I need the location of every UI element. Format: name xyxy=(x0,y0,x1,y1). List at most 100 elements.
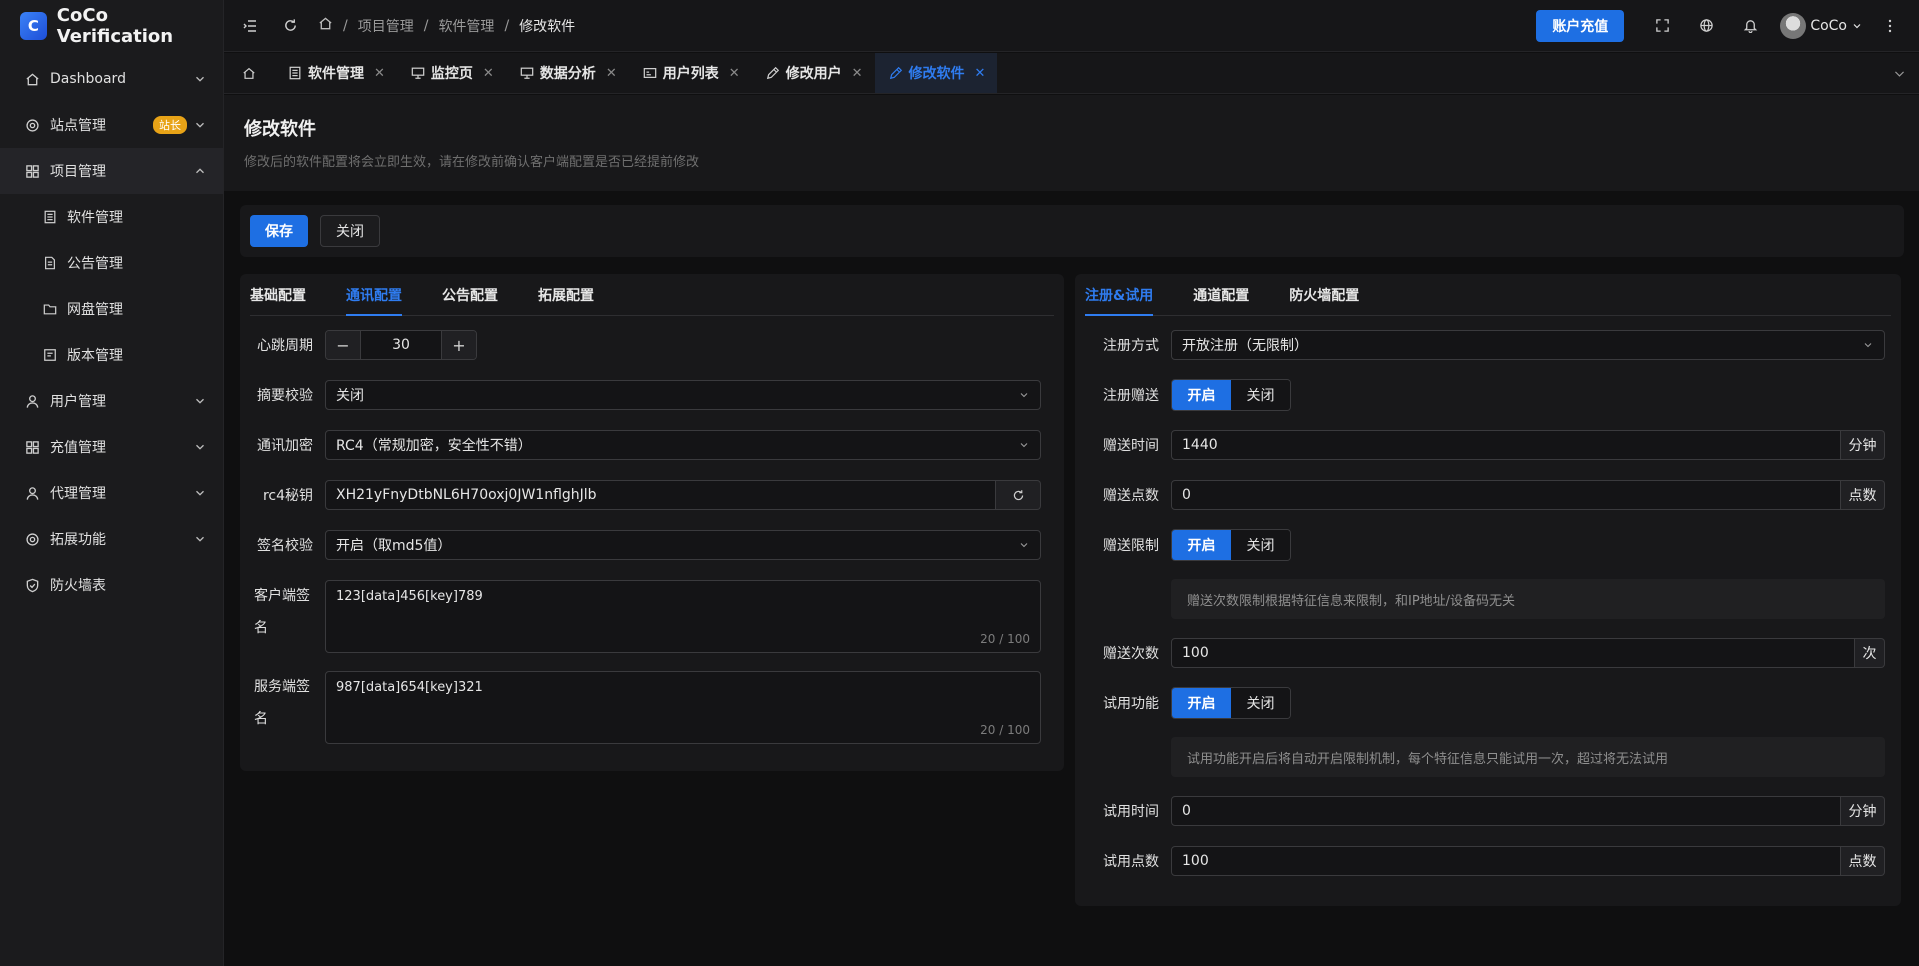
breadcrumb-item[interactable]: 软件管理 xyxy=(438,16,494,36)
sidebar-item-dashboard[interactable]: Dashboard xyxy=(0,56,223,102)
field-label-line: 客户端签 xyxy=(254,588,310,604)
toggle-on-option[interactable]: 开启 xyxy=(1172,380,1231,410)
tab-register-trial[interactable]: 注册&试用 xyxy=(1085,274,1169,316)
tab-monitor[interactable]: 监控页 ✕ xyxy=(397,53,506,93)
settings-icon xyxy=(24,531,40,547)
signature-select[interactable]: 开启（取md5值） xyxy=(325,530,1041,560)
more-vertical-icon[interactable] xyxy=(1875,0,1905,52)
page-description: 修改后的软件配置将会立即生效，请在修改前确认客户端配置是否已经提前修改 xyxy=(244,155,700,170)
breadcrumb-item[interactable]: 项目管理 xyxy=(358,16,414,36)
client-sign-textarea[interactable]: 123[data]456[key]789 20 / 100 xyxy=(325,580,1041,653)
sidebar-item-label: 用户管理 xyxy=(50,394,106,410)
gift-limit-toggle[interactable]: 开启 关闭 xyxy=(1171,529,1291,561)
close-icon[interactable]: ✕ xyxy=(852,66,863,81)
sidebar-item-label: 项目管理 xyxy=(50,164,106,180)
tab-user-list[interactable]: 用户列表 ✕ xyxy=(629,53,752,93)
recharge-button[interactable]: 账户充值 xyxy=(1536,9,1625,42)
comm-config-card: 基础配置 通讯配置 公告配置 拓展配置 心跳周期 − 30 + 摘要校验 关闭 … xyxy=(240,274,1064,771)
sidebar-subitem-disk[interactable]: 网盘管理 xyxy=(0,286,223,332)
sidebar-item-recharge[interactable]: 充值管理 xyxy=(0,424,223,470)
textarea-value: 987[data]654[key]321 xyxy=(336,680,483,695)
chevron-down-icon xyxy=(1864,343,1872,348)
toggle-on-option[interactable]: 开启 xyxy=(1172,530,1231,560)
user-icon xyxy=(24,393,40,409)
gift-time-row: 赠送时间 1440 分钟 xyxy=(1075,430,1885,460)
tab-label: 软件管理 xyxy=(308,66,364,82)
action-bar: 保存 关闭 xyxy=(240,205,1904,257)
close-icon[interactable]: ✕ xyxy=(729,66,740,81)
home-icon[interactable] xyxy=(318,16,333,35)
home-icon xyxy=(24,71,40,87)
language-icon[interactable] xyxy=(1686,0,1726,52)
server-sign-textarea[interactable]: 987[data]654[key]321 20 / 100 xyxy=(325,671,1041,744)
field-label: 签名校验 xyxy=(257,538,313,554)
tab-edit-user[interactable]: 修改用户 ✕ xyxy=(752,53,875,93)
plus-icon[interactable]: + xyxy=(442,331,476,359)
tab-notice-config[interactable]: 公告配置 xyxy=(442,274,514,315)
breadcrumb-separator: / xyxy=(504,17,510,34)
reg-gift-toggle[interactable]: 开启 关闭 xyxy=(1171,379,1291,411)
bell-icon[interactable] xyxy=(1730,0,1770,52)
tab-comm-config[interactable]: 通讯配置 xyxy=(346,274,418,316)
sidebar-subitem-software[interactable]: 软件管理 xyxy=(0,194,223,240)
sidebar-item-agents[interactable]: 代理管理 xyxy=(0,470,223,516)
table-icon xyxy=(288,66,302,80)
gift-points-input[interactable]: 0 xyxy=(1171,480,1841,510)
reg-gift-row: 注册赠送 开启 关闭 xyxy=(1075,379,1291,411)
field-label: rc4秘钥 xyxy=(262,488,313,504)
close-icon[interactable]: ✕ xyxy=(975,66,986,81)
gift-count-input[interactable]: 100 xyxy=(1171,638,1855,668)
regenerate-key-button[interactable] xyxy=(996,480,1041,510)
brand[interactable]: C CoCo Verification xyxy=(0,0,223,52)
sidebar-menu: Dashboard 站点管理 站长 项目管理 软件管理 公告管理 网盘管理 版本… xyxy=(0,52,223,608)
trial-points-row: 试用点数 100 点数 xyxy=(1075,846,1885,876)
tab-software[interactable]: 软件管理 ✕ xyxy=(274,53,397,93)
sidebar-item-projects[interactable]: 项目管理 xyxy=(0,148,223,194)
tab-edit-software[interactable]: 修改软件 ✕ xyxy=(874,53,998,93)
digest-select[interactable]: 关闭 xyxy=(325,380,1041,410)
trial-toggle[interactable]: 开启 关闭 xyxy=(1171,687,1291,719)
tab-firewall-config[interactable]: 防火墙配置 xyxy=(1289,274,1375,315)
sidebar-item-site[interactable]: 站点管理 站长 xyxy=(0,102,223,148)
tab-channel-config[interactable]: 通道配置 xyxy=(1193,274,1265,315)
close-icon[interactable]: ✕ xyxy=(483,66,494,81)
gift-time-input[interactable]: 1440 xyxy=(1171,430,1841,460)
trial-points-input[interactable]: 100 xyxy=(1171,846,1841,876)
sidebar-item-label: Dashboard xyxy=(50,71,126,87)
sidebar-item-users[interactable]: 用户管理 xyxy=(0,378,223,424)
sidebar-item-extensions[interactable]: 拓展功能 xyxy=(0,516,223,562)
edit-icon xyxy=(889,66,903,80)
rc4key-input[interactable]: XH21yFnyDtbNL6H70oxj0JW1nflghJlb xyxy=(325,480,996,510)
fullscreen-icon[interactable] xyxy=(1642,0,1682,52)
toggle-off-option[interactable]: 关闭 xyxy=(1231,688,1290,718)
encryption-select[interactable]: RC4（常规加密，安全性不错） xyxy=(325,430,1041,460)
sidebar-subitem-label: 软件管理 xyxy=(67,210,123,226)
close-button[interactable]: 关闭 xyxy=(320,215,380,247)
sidebar-subitem-notice[interactable]: 公告管理 xyxy=(0,240,223,286)
menu-fold-icon[interactable] xyxy=(230,0,270,52)
tab-home[interactable] xyxy=(224,53,274,93)
minus-icon[interactable]: − xyxy=(326,331,360,359)
heartbeat-value[interactable]: 30 xyxy=(360,331,442,359)
save-button[interactable]: 保存 xyxy=(250,215,308,247)
tab-analytics[interactable]: 数据分析 ✕ xyxy=(506,53,629,93)
reg-mode-row: 注册方式 开放注册（无限制） xyxy=(1075,330,1885,360)
tabs-dropdown-icon[interactable] xyxy=(1879,53,1919,93)
refresh-icon[interactable] xyxy=(270,0,310,52)
textarea-value: 123[data]456[key]789 xyxy=(336,589,483,604)
reg-mode-select[interactable]: 开放注册（无限制） xyxy=(1171,330,1885,360)
tab-basic-config[interactable]: 基础配置 xyxy=(250,274,322,315)
monitor-icon xyxy=(411,66,425,80)
toggle-on-option[interactable]: 开启 xyxy=(1172,688,1231,718)
close-icon[interactable]: ✕ xyxy=(606,66,617,81)
unit-label: 点数 xyxy=(1841,846,1885,876)
sidebar-subitem-version[interactable]: 版本管理 xyxy=(0,332,223,378)
trial-time-input[interactable]: 0 xyxy=(1171,796,1841,826)
heartbeat-stepper[interactable]: − 30 + xyxy=(325,330,477,360)
user-menu[interactable]: CoCo xyxy=(1780,12,1863,39)
toggle-off-option[interactable]: 关闭 xyxy=(1231,380,1290,410)
toggle-off-option[interactable]: 关闭 xyxy=(1231,530,1290,560)
sidebar-item-firewall[interactable]: 防火墙表 xyxy=(0,562,223,608)
close-icon[interactable]: ✕ xyxy=(374,66,385,81)
tab-extend-config[interactable]: 拓展配置 xyxy=(538,274,610,315)
